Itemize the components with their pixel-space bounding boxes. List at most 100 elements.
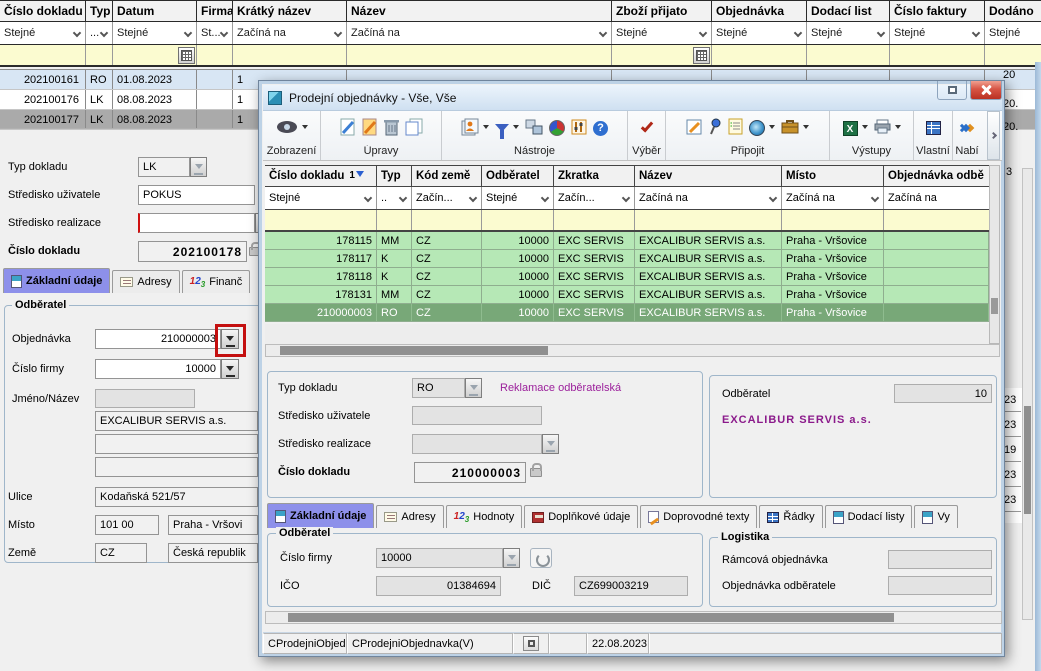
typ-dokladu-field[interactable]: RO (412, 378, 465, 398)
column-header[interactable]: Zboží přijato (612, 1, 712, 21)
dropdown-button[interactable] (503, 548, 520, 568)
search-cell[interactable] (113, 45, 197, 65)
search-cell[interactable] (635, 210, 782, 230)
search-cell[interactable] (884, 210, 989, 230)
filter-combobox[interactable]: Začíná na (635, 187, 782, 209)
column-header[interactable]: Číslo dokladu (0, 1, 86, 21)
help-icon[interactable]: ? (593, 121, 608, 136)
new-record-icon[interactable] (340, 118, 356, 139)
filter-combobox[interactable]: Začíná na (884, 187, 989, 209)
column-header[interactable]: Firma (197, 1, 233, 21)
briefcase-icon[interactable] (781, 119, 799, 137)
filter-combobox[interactable]: Stejné (612, 22, 712, 44)
filter-combobox[interactable]: St... (197, 22, 233, 44)
filter-combobox[interactable]: Začín... (412, 187, 482, 209)
column-header[interactable]: Číslo faktury (890, 1, 985, 21)
lookup-row[interactable]: 178118 K CZ 10000 EXC SERVIS EXCALIBUR S… (265, 268, 1000, 286)
excel-export-icon[interactable]: X (843, 121, 858, 136)
search-cell[interactable] (233, 45, 347, 65)
filter-combobox[interactable]: Stejné (113, 22, 197, 44)
stredisko-uzivatele-field[interactable]: POKUS (138, 185, 255, 205)
column-header[interactable]: Typ (377, 166, 412, 186)
filter-combobox[interactable]: Stejné (712, 22, 807, 44)
search-cell[interactable] (86, 45, 113, 65)
search-cell[interactable] (890, 45, 985, 65)
filter-combobox[interactable]: .. (377, 187, 412, 209)
grid-vertical-scrollbar[interactable] (989, 165, 1000, 344)
cislo-firmy-field[interactable]: 10000 (376, 548, 503, 568)
related-records-icon[interactable] (525, 119, 543, 138)
background-vertical-scrollbar[interactable] (1022, 168, 1033, 620)
chevron-down-icon[interactable] (895, 125, 901, 132)
chevron-down-icon[interactable] (513, 125, 519, 132)
tab-doprovodne-texty[interactable]: Doprovodné texty (640, 505, 757, 528)
typ-dokladu-field[interactable]: LK (138, 157, 190, 177)
search-cell[interactable] (482, 210, 554, 230)
chevron-down-icon[interactable] (803, 125, 809, 132)
filter-combobox[interactable]: Začíná na (347, 22, 612, 44)
filter-combobox[interactable]: Stejné (482, 187, 554, 209)
search-cell[interactable] (782, 210, 884, 230)
chevron-down-icon[interactable] (483, 125, 489, 132)
scrollbar-thumb[interactable] (288, 613, 894, 622)
custom-view-icon[interactable] (926, 121, 941, 135)
column-header-sorted[interactable]: Číslo dokladu1 (265, 166, 377, 186)
filter-combobox[interactable]: Stejné (265, 187, 377, 209)
stredisko-uzivatele-field[interactable] (412, 406, 542, 425)
dropdown-button[interactable] (190, 157, 207, 177)
column-header[interactable]: Dodací list (807, 1, 890, 21)
chevron-down-icon[interactable] (769, 125, 775, 132)
maximize-button[interactable] (937, 81, 967, 100)
filter-combobox[interactable]: Stejné (0, 22, 86, 44)
calendar-picker-button[interactable] (178, 47, 195, 64)
column-header[interactable]: Datum (113, 1, 197, 21)
lookup-row[interactable]: 178131 MM CZ 10000 EXC SERVIS EXCALIBUR … (265, 286, 1000, 304)
column-header[interactable]: Název (635, 166, 782, 186)
objednavka-field[interactable]: 210000003 (95, 329, 221, 349)
ramcova-objednavka-field[interactable] (888, 550, 992, 569)
column-header[interactable]: Typ (86, 1, 113, 21)
search-cell[interactable] (377, 210, 412, 230)
tab-adresy[interactable]: Adresy (112, 270, 179, 293)
chevron-down-icon[interactable] (302, 125, 308, 132)
cislo-firmy-field[interactable]: 10000 (95, 359, 221, 379)
column-header[interactable]: Zkratka (554, 166, 635, 186)
refresh-icon[interactable] (530, 548, 552, 568)
search-cell[interactable] (412, 210, 482, 230)
scrollbar-thumb[interactable] (1024, 406, 1031, 514)
column-header[interactable]: Odběratel (482, 166, 554, 186)
filter-icon[interactable] (495, 124, 509, 132)
tab-hodnoty[interactable]: 123Hodnoty (446, 505, 523, 528)
tab-vydane[interactable]: Vy (914, 505, 957, 528)
settings-sliders-icon[interactable] (571, 119, 587, 138)
search-cell[interactable] (807, 45, 890, 65)
filter-combobox[interactable]: Začíná na (233, 22, 347, 44)
column-header[interactable]: Místo (782, 166, 884, 186)
filter-combobox[interactable]: ... (86, 22, 113, 44)
detail-horizontal-scrollbar[interactable] (265, 611, 1002, 624)
lookup-row-selected[interactable]: 210000003 RO CZ 10000 EXC SERVIS EXCALIB… (265, 304, 1000, 322)
tab-zakladni-udaje[interactable]: Základní údaje (3, 268, 110, 293)
dialog-titlebar[interactable]: Prodejní objednávky - Vše, Vše (263, 85, 1002, 111)
search-cell[interactable] (197, 45, 233, 65)
search-cell[interactable] (554, 210, 635, 230)
scrollbar-thumb[interactable] (280, 346, 548, 355)
search-cell[interactable] (265, 210, 377, 230)
column-header[interactable]: Objednávka odbě (884, 166, 989, 186)
tab-doplnkove-udaje[interactable]: Doplňkové údaje (524, 505, 638, 528)
column-header[interactable]: Kód země (412, 166, 482, 186)
search-cell[interactable] (612, 45, 712, 65)
close-button[interactable] (970, 81, 1002, 100)
select-checkmark-icon[interactable] (640, 120, 652, 133)
tab-radky[interactable]: Řádky (759, 505, 822, 528)
dropdown-button[interactable] (465, 378, 482, 398)
eye-icon[interactable] (276, 120, 298, 137)
calendar-picker-button[interactable] (693, 47, 710, 64)
double-chevron-icon[interactable] (961, 125, 973, 131)
stredisko-realizace-field[interactable] (412, 434, 542, 454)
print-icon[interactable] (874, 119, 891, 137)
filter-combobox[interactable]: Stejné (890, 22, 985, 44)
tasks-list-icon[interactable] (728, 118, 743, 138)
search-cell[interactable] (0, 45, 86, 65)
edit-record-icon[interactable] (362, 118, 378, 139)
